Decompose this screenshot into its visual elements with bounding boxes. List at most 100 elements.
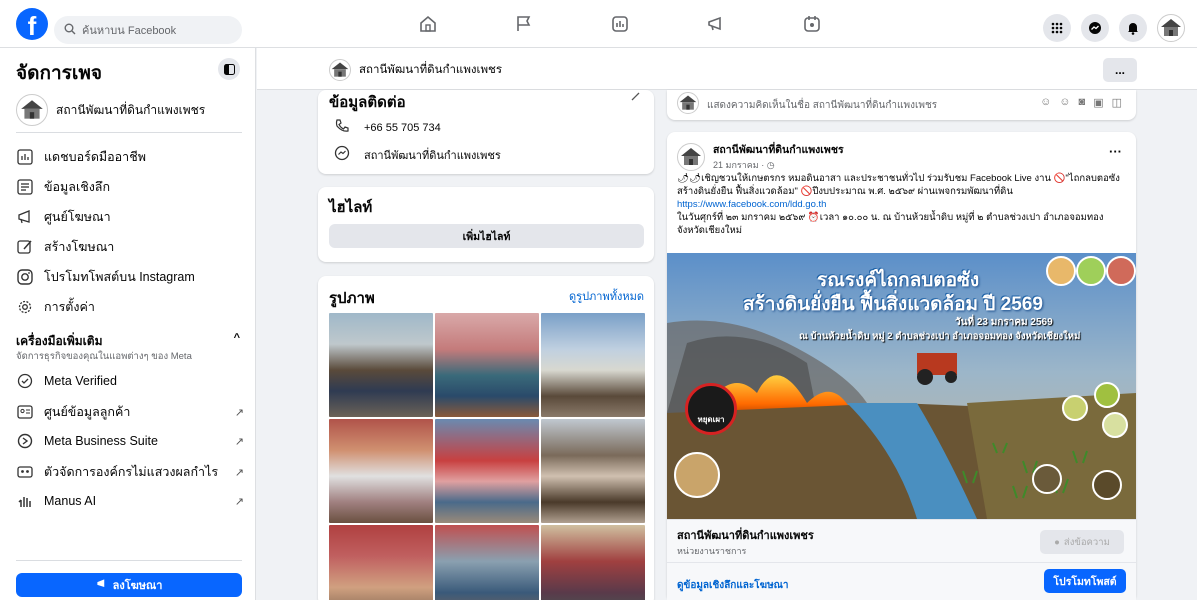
- sidebar-page-name: สถานีพัฒนาที่ดินกำแพงเพชร: [56, 102, 206, 117]
- photo-thumbnail[interactable]: [329, 419, 433, 523]
- chevron-up-icon[interactable]: ^: [234, 332, 240, 344]
- contact-messenger-row: สถานีพัฒนาที่ดินกำแพงเพชร: [334, 145, 501, 164]
- globe-icon: ◷: [766, 160, 775, 170]
- sidebar-tool-business-suite[interactable]: Meta Business Suite ↗: [16, 432, 244, 450]
- sidebar-item-create-ad[interactable]: สร้างโฆษณา: [16, 237, 244, 257]
- send-message-button[interactable]: ● ส่งข้อความ: [1040, 530, 1124, 554]
- collapse-sidebar-icon[interactable]: [218, 58, 240, 80]
- post-image[interactable]: รณรงค์ไถกลบตอซัง สร้างดินยั่งยืน ฟื้นสิ่…: [667, 253, 1136, 519]
- photo-thumbnail[interactable]: [329, 525, 433, 600]
- profile-avatar-icon[interactable]: [1157, 14, 1185, 42]
- nonprofit-icon: [16, 463, 34, 481]
- insights-icon: [16, 178, 34, 196]
- divider: [667, 562, 1136, 563]
- insights-and-ads-link[interactable]: ดูข้อมูลเชิงลึกและโฆษณา: [677, 578, 789, 593]
- divider: [16, 560, 242, 561]
- sidebar-item-ad-center[interactable]: ศูนย์โฆษณา: [16, 207, 244, 227]
- megaphone-nav-icon[interactable]: [668, 8, 764, 40]
- phone-icon: [334, 118, 350, 137]
- photo-grid: [329, 313, 645, 600]
- divider: [16, 132, 242, 133]
- photo-thumbnail[interactable]: [329, 313, 433, 417]
- post-date-text: 21 มกราคม ·: [713, 160, 767, 170]
- page-header-identity[interactable]: สถานีพัฒนาที่ดินกำแพงเพชร: [329, 59, 502, 81]
- camera-icon[interactable]: ◙: [1079, 96, 1086, 109]
- facebook-logo-icon[interactable]: f: [16, 8, 48, 40]
- tools-section-title: เครื่องมือเพิ่มเติม: [16, 334, 103, 348]
- photo-thumbnail[interactable]: [541, 525, 645, 600]
- sidebar-item-insights[interactable]: ข้อมูลเชิงลึก: [16, 177, 244, 197]
- sidebar-item-label: การตั้งค่า: [44, 300, 95, 314]
- sidebar-item-instagram[interactable]: โปรโมทโพสต์บน Instagram: [16, 267, 244, 287]
- page-header-bar: สถานีพัฒนาที่ดินกำแพงเพชร ...: [257, 48, 1197, 90]
- footer-page-category: หน่วยงานราชการ: [677, 546, 747, 556]
- photo-thumbnail[interactable]: [435, 525, 539, 600]
- highlights-title: ไฮไลท์: [329, 199, 373, 216]
- gear-icon: [16, 298, 34, 316]
- photo-thumbnail[interactable]: [541, 313, 645, 417]
- instagram-icon: [16, 268, 34, 286]
- dashboard-icon: [16, 148, 34, 166]
- sidebar-tool-meta-verified[interactable]: Meta Verified: [16, 372, 244, 390]
- home-icon[interactable]: [380, 8, 476, 40]
- sidebar-item-label: ศูนย์โฆษณา: [44, 210, 111, 224]
- banner-place: ณ บ้านห้วยน้ำดิบ หมู่ 2 ตำบลช่วงเปา อำเภ…: [799, 331, 1081, 342]
- sidebar-tool-nonprofit[interactable]: ตัวจัดการองค์กรไม่แสวงผลกำไร ↗: [16, 462, 244, 482]
- add-highlight-button[interactable]: เพิ่มไฮไลท์: [329, 224, 644, 248]
- gif-icon[interactable]: ▣: [1093, 96, 1103, 109]
- notifications-bell-icon[interactable]: [1119, 14, 1147, 42]
- search-placeholder: ค้นหาบน Facebook: [82, 25, 177, 37]
- sidebar-tool-manus-ai[interactable]: Manus AI ↗: [16, 492, 244, 510]
- sidebar-item-label: แดชบอร์ดมืออาชีพ: [44, 150, 146, 164]
- post-footer: สถานีพัฒนาที่ดินกำแพงเพชร หน่วยงานราชการ…: [667, 519, 1136, 600]
- photo-thumbnail[interactable]: [435, 419, 539, 523]
- menu-grid-icon[interactable]: [1043, 14, 1071, 42]
- calendar-nav-icon[interactable]: [764, 8, 860, 40]
- left-sidebar: จัดการเพจ สถานีพัฒนาที่ดินกำแพงเพชร แดชบ…: [0, 48, 256, 600]
- sidebar-page-switcher[interactable]: สถานีพัฒนาที่ดินกำแพงเพชร: [16, 94, 205, 126]
- banner-date: วันที่ 23 มกราคม 2569: [955, 317, 1053, 328]
- external-link-icon: ↗: [234, 495, 244, 508]
- promote-button[interactable]: ลงโฆษณา: [16, 573, 242, 597]
- footer-page-name[interactable]: สถานีพัฒนาที่ดินกำแพงเพชร: [677, 526, 814, 544]
- contact-messenger[interactable]: สถานีพัฒนาที่ดินกำแพงเพชร: [364, 146, 501, 164]
- customer-icon: [16, 403, 34, 421]
- sidebar-tool-label: Meta Business Suite: [44, 434, 158, 448]
- post-author-name[interactable]: สถานีพัฒนาที่ดินกำแพงเพชร: [713, 141, 844, 158]
- photo-thumbnail[interactable]: [435, 313, 539, 417]
- contact-info-card: ข้อมูลติดต่อ +66 55 705 734 สถานีพัฒนาที…: [318, 90, 654, 174]
- sidebar-tool-customer-center[interactable]: ศูนย์ข้อมูลลูกค้า ↗: [16, 402, 244, 422]
- flag-icon[interactable]: [476, 8, 572, 40]
- stop-burning-label: หยุดเผา: [697, 415, 725, 424]
- post-more-options-icon[interactable]: ···: [1109, 144, 1122, 159]
- boost-post-button[interactable]: โปรโมทโพสต์: [1044, 569, 1126, 593]
- composer-placeholder[interactable]: แสดงความคิดเห็นในชื่อ สถานีพัฒนาที่ดินกำ…: [707, 98, 937, 113]
- pencil-icon: [16, 238, 34, 256]
- dashboard-nav-icon[interactable]: [572, 8, 668, 40]
- sidebar-item-dashboard[interactable]: แดชบอร์ดมืออาชีพ: [16, 147, 244, 167]
- sticker-icon[interactable]: ◫: [1112, 96, 1122, 109]
- post-date[interactable]: 21 มกราคม · ◷: [713, 158, 844, 172]
- post-author[interactable]: สถานีพัฒนาที่ดินกำแพงเพชร 21 มกราคม · ◷: [677, 141, 844, 172]
- contact-phone[interactable]: +66 55 705 734: [364, 122, 441, 134]
- photos-title: รูปภาพ: [329, 290, 375, 307]
- messenger-icon[interactable]: [1081, 14, 1109, 42]
- sidebar-item-settings[interactable]: การตั้งค่า: [16, 297, 244, 317]
- emoji-icon[interactable]: ☺: [1059, 96, 1070, 109]
- post-text-line: ในวันศุกร์ที่ ๒๓ มกราคม ๒๕๖๙ ⏰เวลา ๑๐.๐๐…: [677, 212, 1104, 236]
- megaphone-icon: [16, 208, 34, 226]
- photo-thumbnail[interactable]: [541, 419, 645, 523]
- post-text: 🌶🌶เชิญชวนให้เกษตรกร หมอดินอาสา และประชาช…: [677, 172, 1129, 237]
- sidebar-tool-label: ตัวจัดการองค์กรไม่แสวงผลกำไร: [44, 465, 219, 479]
- post-card: สถานีพัฒนาที่ดินกำแพงเพชร 21 มกราคม · ◷ …: [667, 132, 1136, 600]
- comment-composer[interactable]: แสดงความคิดเห็นในชื่อ สถานีพัฒนาที่ดินกำ…: [667, 90, 1136, 120]
- more-options-button[interactable]: ...: [1103, 58, 1137, 82]
- search-input[interactable]: ค้นหาบน Facebook: [54, 16, 242, 44]
- promote-button-label: ลงโฆษณา: [112, 580, 163, 592]
- post-link[interactable]: https://www.facebook.com/ldd.go.th: [677, 198, 1129, 211]
- messenger-icon: [334, 145, 350, 164]
- edit-pencil-icon[interactable]: [630, 90, 642, 105]
- see-all-photos-link[interactable]: ดูรูปภาพทั้งหมด: [569, 287, 644, 305]
- photos-card: รูปภาพ ดูรูปภาพทั้งหมด: [318, 276, 654, 600]
- avatar-sticker-icon[interactable]: ☺: [1040, 96, 1051, 109]
